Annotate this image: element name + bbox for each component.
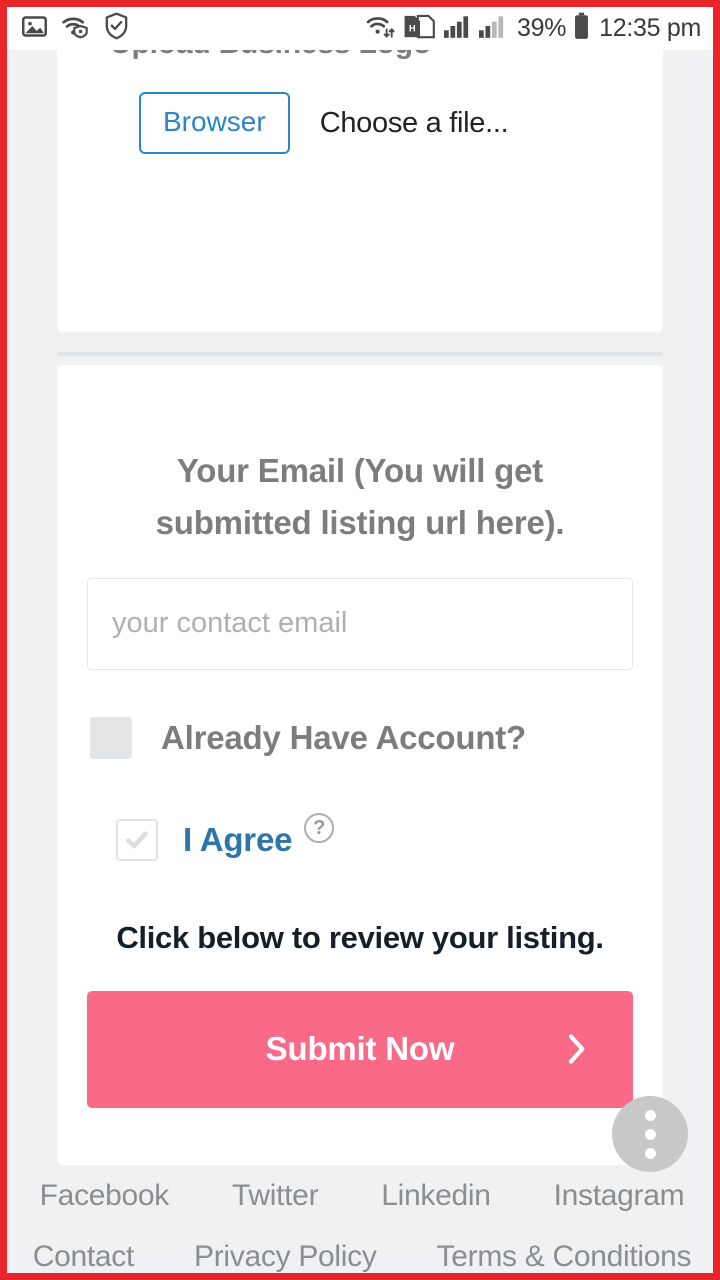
submit-now-label: Submit Now [265,1030,455,1068]
scrollable-page[interactable]: Upload Business Logo Browser Choose a fi… [7,7,713,1273]
submit-listing-card: Your Email (You will get submitted listi… [57,365,663,1165]
chosen-file-name: Choose a file... [319,106,509,139]
status-bar-left-icons [21,12,129,45]
footer-link-privacy-policy[interactable]: Privacy Policy [194,1240,377,1273]
battery-percent-label: 39% [517,14,567,42]
agree-checkbox[interactable] [116,818,158,861]
help-icon[interactable]: ? [304,812,335,843]
footer-link-linkedin[interactable]: Linkedin [381,1179,491,1213]
already-have-account-checkbox[interactable] [90,716,132,759]
wifi-transfer-icon [366,13,396,45]
checkmark-icon [125,830,148,848]
wifi-protected-icon [61,13,91,45]
more-options-fab[interactable] [612,1096,688,1172]
fab-dot-2 [644,1128,656,1140]
device-frame: Upload Business Logo Browser Choose a fi… [0,0,720,1280]
already-have-account-label: Already Have Account? [161,718,527,756]
footer-link-terms-conditions[interactable]: Terms & Conditions [437,1240,692,1273]
review-listing-note: Click below to review your listing. [116,919,604,955]
footer-link-twitter[interactable]: Twitter [232,1179,319,1213]
footer-link-contact[interactable]: Contact [33,1240,135,1273]
fab-dot-3 [644,1147,656,1159]
svg-text:H: H [409,23,416,33]
submit-now-button[interactable]: Submit Now [87,990,633,1108]
file-picker-row: Browser Choose a file... [87,92,633,154]
footer-page-links: Contact Privacy Policy Terms & Condition… [7,1240,713,1273]
fab-dot-1 [644,1109,656,1121]
footer-social-links: Facebook Twitter Linkedin Instagram [7,1179,713,1213]
card-divider [57,352,663,356]
agree-row[interactable]: I Agree ? [87,812,633,867]
status-bar-right-icons: H 39% 12:35 pm [366,12,701,45]
screenshot-icon [21,13,48,45]
battery-icon [573,12,590,45]
signal-bars-2-icon [479,14,507,43]
footer-link-instagram[interactable]: Instagram [554,1179,685,1213]
email-field-label: Your Email (You will get submitted listi… [155,452,565,541]
status-bar: H 39% 12:35 pm [7,7,713,50]
shield-check-icon [104,12,129,45]
agree-label[interactable]: I Agree [183,821,292,859]
sim-hd-icon: H [403,13,437,45]
site-footer: Facebook Twitter Linkedin Instagram Cont… [7,1165,713,1273]
chevron-right-icon [561,1029,591,1069]
footer-link-facebook[interactable]: Facebook [40,1179,170,1213]
status-bar-clock: 12:35 pm [599,14,701,42]
browse-file-button[interactable]: Browser [139,92,290,154]
signal-bars-icon [444,14,472,43]
email-input[interactable] [87,577,633,670]
already-have-account-row[interactable]: Already Have Account? [87,716,633,759]
